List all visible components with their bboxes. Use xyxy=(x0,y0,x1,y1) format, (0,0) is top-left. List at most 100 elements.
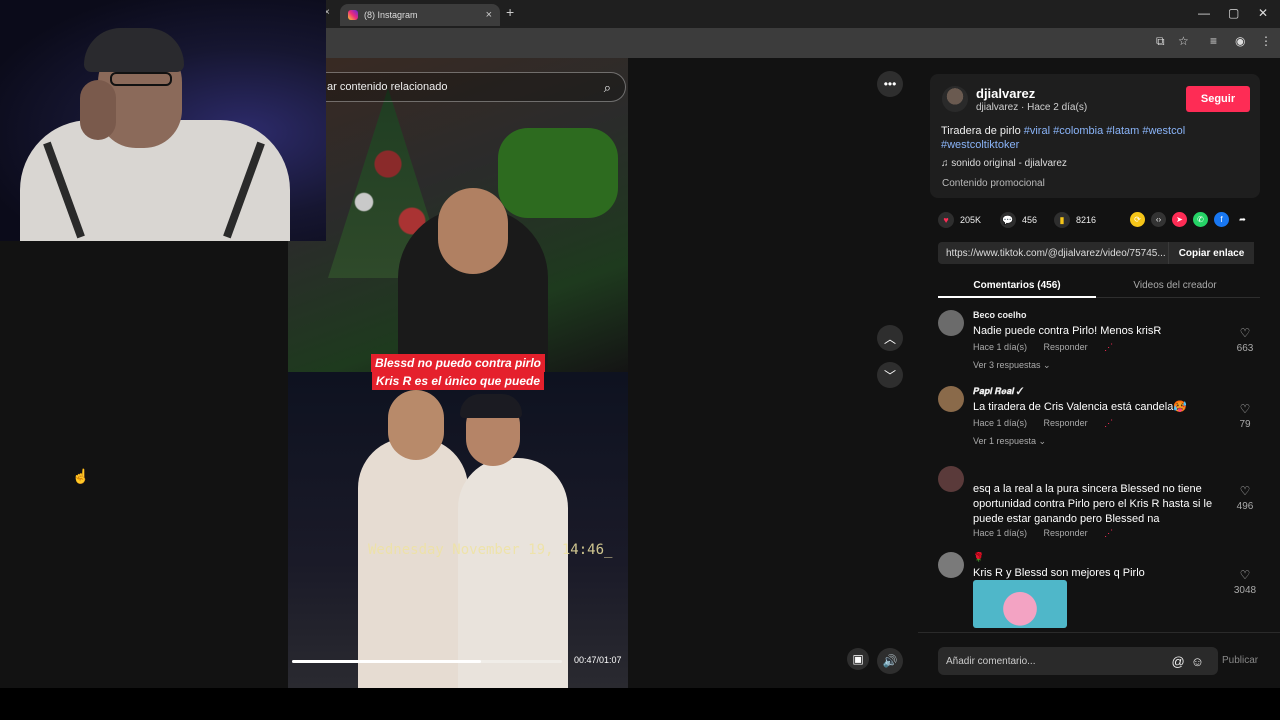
music-note-icon: ♫ xyxy=(941,158,949,169)
follow-button[interactable]: Seguir xyxy=(1186,86,1250,112)
webcam-overlay xyxy=(0,0,326,241)
commenter-avatar[interactable] xyxy=(938,310,964,336)
search-text: ar contenido relacionado xyxy=(327,81,448,93)
comment-menu-icon[interactable]: ⋰ xyxy=(1104,418,1113,428)
video-frame-top xyxy=(288,58,628,378)
mention-emoji-icons[interactable]: @☺ xyxy=(1172,654,1210,669)
reply-link[interactable]: Responder xyxy=(1044,528,1088,538)
comment-menu-icon[interactable]: ⋰ xyxy=(1104,528,1113,538)
comment-time: Hace 1 día(s) xyxy=(973,342,1028,352)
webcam-person-hand xyxy=(80,80,116,140)
tab-instagram[interactable]: (8) Instagram × xyxy=(340,4,500,26)
commenter-name[interactable]: Beco coelho xyxy=(973,310,1027,320)
media-control-icon[interactable]: ≡ xyxy=(1210,34,1217,48)
comment-like[interactable]: ♡ 79 xyxy=(1230,402,1260,430)
install-app-icon[interactable]: ⧉ xyxy=(1156,34,1165,49)
motorcycle xyxy=(498,128,618,218)
tab-comments[interactable]: Comentarios (456) xyxy=(938,280,1096,291)
repost-icon[interactable]: ⟳ xyxy=(1130,212,1145,227)
embed-icon[interactable]: ‹› xyxy=(1151,212,1166,227)
video-url[interactable]: https://www.tiktok.com/@djialvarez/video… xyxy=(938,248,1168,259)
profile-avatar-icon[interactable]: ◉ xyxy=(1235,34,1245,48)
promo-label: Contenido promocional xyxy=(942,178,1045,189)
minimize-icon[interactable]: — xyxy=(1198,6,1210,20)
comment-like[interactable]: ♡ 663 xyxy=(1230,326,1260,354)
commenter-avatar[interactable] xyxy=(938,552,964,578)
view-replies[interactable]: Ver 3 respuestas ⌄ xyxy=(973,360,1051,371)
comment-icon: 💬 xyxy=(1000,212,1016,228)
person-head xyxy=(438,188,508,274)
like-count: 205K xyxy=(960,215,982,225)
send-icon[interactable]: ➤ xyxy=(1172,212,1187,227)
video-timestamp-overlay: Wednesday November 19, 14:46_ xyxy=(368,542,613,558)
view-replies[interactable]: Ver 1 respuesta ⌄ xyxy=(973,436,1046,447)
comment-meta: Hace 1 día(s) Responder ⋰ xyxy=(973,418,1127,429)
avatar[interactable] xyxy=(942,86,968,112)
video-progress-fill xyxy=(292,660,481,663)
volume-icon[interactable]: 🔊 xyxy=(877,648,903,674)
person-right-cap xyxy=(460,394,522,418)
comment-time: Hace 1 día(s) xyxy=(973,528,1028,538)
comment-like-count: 3048 xyxy=(1233,585,1257,596)
username[interactable]: djialvarez xyxy=(976,86,1035,101)
save-count: 8216 xyxy=(1076,215,1097,225)
commenter-avatar[interactable] xyxy=(938,386,964,412)
star-icon[interactable]: ☆ xyxy=(1178,34,1189,48)
reply-link[interactable]: Responder xyxy=(1044,342,1088,352)
video-player[interactable]: ar contenido relacionado ⌕ Blessd no pue… xyxy=(288,58,628,688)
heart-outline-icon: ♡ xyxy=(1239,326,1251,340)
save-button[interactable]: ▮ 8216 xyxy=(1054,212,1096,228)
publish-button[interactable]: Publicar xyxy=(1222,655,1258,666)
commenter-name[interactable]: 𝑷𝒂𝒑𝒊 𝑹𝒆𝒂𝒍 ✓ xyxy=(973,386,1023,397)
post-info-card: djialvarez djialvarez · Hace 2 día(s) Se… xyxy=(930,74,1260,198)
comment-count: 456 xyxy=(1022,215,1038,225)
maximize-icon[interactable]: ▢ xyxy=(1228,6,1239,20)
comment-meta: Hace 1 día(s) Responder ⋰ xyxy=(973,528,1127,539)
close-window-icon[interactable]: ✕ xyxy=(1258,6,1268,20)
whatsapp-icon[interactable]: ✆ xyxy=(1193,212,1208,227)
menu-kebab-icon[interactable]: ⋮ xyxy=(1260,34,1272,48)
comment-menu-icon[interactable]: ⋰ xyxy=(1104,342,1113,352)
heart-outline-icon: ♡ xyxy=(1239,402,1251,416)
like-button[interactable]: ♥ 205K xyxy=(938,212,981,228)
person-left-head xyxy=(388,390,444,460)
facebook-icon[interactable]: f xyxy=(1214,212,1229,227)
comment-like[interactable]: ♡ 496 xyxy=(1230,484,1260,512)
video-time: 00:47/01:07 xyxy=(574,655,622,665)
comment-button[interactable]: 💬 456 xyxy=(1000,212,1037,228)
comment-like-count: 663 xyxy=(1236,343,1254,354)
floating-player-icon[interactable]: ▣ xyxy=(847,648,869,670)
sound-link[interactable]: ♫ sonido original - djialvarez xyxy=(941,158,1067,169)
comment-composer: Añadir comentario... @☺ Publicar xyxy=(918,632,1280,688)
commenter-name[interactable]: 🌹 xyxy=(973,552,984,563)
comment-like[interactable]: ♡ 3048 xyxy=(1230,568,1260,596)
reply-link[interactable]: Responder xyxy=(1044,418,1088,428)
heart-outline-icon: ♡ xyxy=(1239,484,1251,498)
copy-link-button[interactable]: Copiar enlace xyxy=(1168,242,1254,264)
related-search-bar[interactable]: ar contenido relacionado ⌕ xyxy=(288,72,626,102)
instagram-icon xyxy=(348,10,358,20)
video-progress-bar[interactable] xyxy=(292,660,562,663)
comment-time: Hace 1 día(s) xyxy=(973,418,1028,428)
comment-item: esq a la real a la pura sincera Blessed … xyxy=(938,466,1268,546)
new-tab-button[interactable]: + xyxy=(506,4,514,20)
share-arrow-icon[interactable]: ➦ xyxy=(1235,212,1250,227)
comment-placeholder: Añadir comentario... xyxy=(946,655,1036,667)
caption-line-1: Blessd no puedo contra pirlo xyxy=(370,354,545,372)
more-options-icon[interactable]: ••• xyxy=(877,71,903,97)
comment-list: Beco coelho Nadie puede contra Pirlo! Me… xyxy=(938,310,1268,630)
comment-like-count: 496 xyxy=(1236,501,1254,512)
webcam-person-glasses xyxy=(110,72,172,86)
heart-outline-icon: ♡ xyxy=(1239,568,1251,582)
tab-close-icon[interactable]: × xyxy=(486,9,492,21)
sound-label: sonido original - djialvarez xyxy=(951,158,1067,169)
search-icon[interactable]: ⌕ xyxy=(604,80,611,96)
user-subline: djialvarez · Hace 2 día(s) xyxy=(976,102,1088,113)
comment-like-count: 79 xyxy=(1239,419,1251,430)
hand-cursor-icon: ☝ xyxy=(72,468,90,484)
chevron-up-icon[interactable]: ︿ xyxy=(877,325,903,351)
commenter-avatar[interactable] xyxy=(938,466,964,492)
tab-creator-videos[interactable]: Videos del creador xyxy=(1096,280,1254,291)
comment-input[interactable]: Añadir comentario... @☺ xyxy=(938,647,1218,675)
chevron-down-icon[interactable]: ﹀ xyxy=(877,362,903,388)
